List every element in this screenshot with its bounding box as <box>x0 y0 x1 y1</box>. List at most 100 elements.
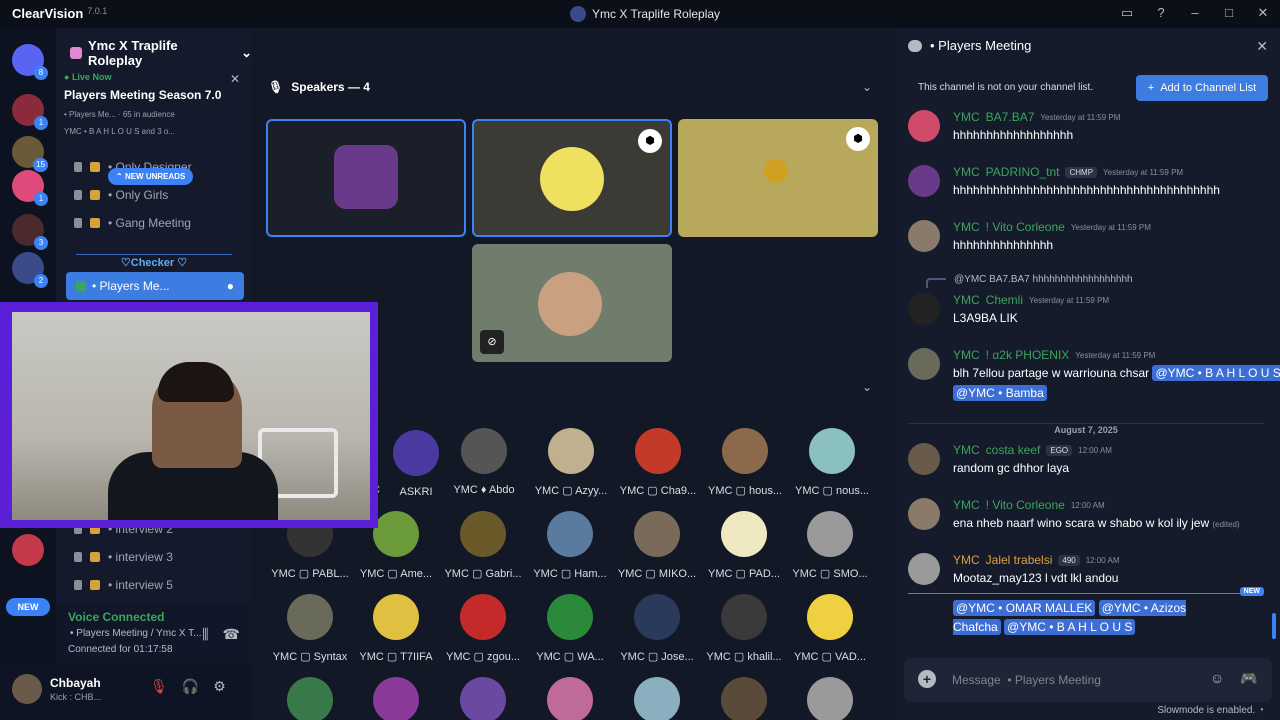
message-author[interactable]: ! α2k PHOENIX <box>986 348 1070 362</box>
audience-member[interactable] <box>617 677 697 720</box>
message-input[interactable] <box>952 670 1192 690</box>
minimize-icon[interactable]: – <box>1186 4 1204 22</box>
server-icon-3[interactable]: 1 <box>12 170 48 206</box>
avatar[interactable] <box>908 293 940 325</box>
avatar[interactable] <box>908 443 940 475</box>
audience-member[interactable] <box>790 677 870 720</box>
audience-member[interactable] <box>530 677 610 720</box>
server-icon-1[interactable]: 1 <box>12 94 48 130</box>
new-unreads-button[interactable]: ⌃ NEW UNREADS <box>108 168 194 185</box>
audience-member[interactable] <box>704 677 784 720</box>
user-mention[interactable]: @YMC • B A H L O U S <box>1152 365 1280 381</box>
audience-member[interactable]: YMC ▢ khalil... <box>704 594 784 663</box>
audience-member[interactable]: YMC ▢ T7IIFA <box>356 594 436 663</box>
message-author[interactable]: Jalel trabelsi <box>986 553 1053 567</box>
new-messages-divider: NEW <box>908 587 1264 596</box>
message-author[interactable]: ! Vito Corleone <box>986 220 1065 234</box>
channel-label: • Players Me... <box>92 279 170 293</box>
gamepad-icon[interactable]: 🎮 <box>1240 670 1257 687</box>
reply-preview[interactable]: @YMC BA7.BA7 hhhhhhhhhhhhhhhhhh <box>954 274 1133 285</box>
audience-member[interactable]: YMC ♦ Abdo <box>444 428 524 496</box>
audience-member[interactable] <box>356 677 436 720</box>
server-icon-4[interactable]: 3 <box>12 214 48 250</box>
voice-connected-label[interactable]: Voice Connected <box>68 610 164 624</box>
maximize-icon[interactable]: □ <box>1220 4 1238 22</box>
speaker-tile-2[interactable]: ⬢ <box>472 119 672 237</box>
audience-member[interactable]: YMC ▢ MIKO... <box>617 511 697 580</box>
close-icon[interactable]: ✕ <box>1254 4 1272 22</box>
avatar[interactable] <box>908 498 940 530</box>
attach-plus-icon[interactable]: + <box>918 670 936 688</box>
help-icon[interactable]: ? <box>1152 4 1170 22</box>
audience-member[interactable]: YMC ▢ Azyy... <box>531 428 611 497</box>
home-button[interactable]: 8 <box>12 44 48 80</box>
audience-member[interactable]: YMC ▢ Ham... <box>530 511 610 580</box>
guild-tag: 490 <box>1058 554 1080 566</box>
user-mention[interactable]: @YMC • OMAR MALLEK <box>953 600 1096 616</box>
new-pill[interactable]: NEW <box>6 598 50 616</box>
speaker-tile-bahlous[interactable] <box>266 119 466 237</box>
server-icon-2[interactable]: 15 <box>12 136 48 172</box>
mic-muted-icon[interactable]: 🎙 <box>150 678 168 695</box>
channel-only-girls[interactable]: • Only Girls <box>74 188 168 202</box>
avatar[interactable] <box>908 553 940 585</box>
chat-scrollbar[interactable] <box>1272 613 1276 639</box>
message-author[interactable]: ! Vito Corleone <box>986 498 1065 512</box>
audience-member[interactable]: YMC ▢ WA... <box>530 594 610 663</box>
channel-interview-5[interactable]: • interview 5 <box>74 578 173 592</box>
clan-tag: YMC <box>953 293 980 307</box>
speaker-tile-4[interactable]: ⊘ <box>472 244 672 362</box>
chevron-down-icon[interactable]: ⌄ <box>862 80 872 94</box>
audience-member[interactable]: YMC ▢ hous... <box>705 428 785 497</box>
headphones-icon[interactable]: 🎧 <box>182 678 199 695</box>
voice-channel-link[interactable]: • Players Meeting / Ymc X T... <box>70 628 202 639</box>
audience-member[interactable]: YMC ▢ nous... <box>792 428 872 497</box>
audience-member[interactable]: YMC ▢ VAD... <box>790 594 870 663</box>
user-mention[interactable]: @YMC • Bamba <box>953 385 1047 401</box>
user-mention[interactable]: @YMC • B A H L O U S <box>1004 619 1136 635</box>
chat-icon[interactable]: ● <box>227 279 234 293</box>
avatar[interactable] <box>908 110 940 142</box>
inbox-icon[interactable]: ▭ <box>1118 4 1136 22</box>
message[interactable]: YMC ! α2k PHOENIX Yesterday at 11:59 PM bl… <box>908 348 1280 401</box>
channel-gang-meeting[interactable]: • Gang Meeting <box>74 216 191 230</box>
category-checker[interactable]: ♡Checker ♡ <box>76 254 232 269</box>
message-continuation[interactable]: @YMC • OMAR MALLEK @YMC • Azizos Chafcha… <box>953 599 1213 637</box>
server-header[interactable]: Ymc X Traplife Roleplay ⌄ <box>70 38 252 68</box>
close-icon[interactable]: ✕ <box>1256 38 1268 55</box>
speaker-tile-3[interactable]: ⬢ <box>678 119 878 237</box>
audience-member[interactable]: YMC ▢ Jose... <box>617 594 697 663</box>
audience-member[interactable]: YMC ▢ Cha9... <box>618 428 698 497</box>
message-text: Mootaz_may123 l vdt lkl andou <box>953 571 1119 585</box>
server-icon-5[interactable]: 2 <box>12 252 48 288</box>
avatar[interactable] <box>908 220 940 252</box>
message-author[interactable]: PADRINO_tnt <box>986 165 1060 179</box>
avatar <box>635 428 681 474</box>
lock-icon <box>74 580 82 590</box>
speakers-header[interactable]: 🎙 Speakers — 4 <box>268 80 370 94</box>
audience-member[interactable]: YMC ▢ Gabri... <box>443 511 523 580</box>
live-stage-card[interactable]: ● Live Now ✕ Players Meeting Season 7.0 … <box>64 72 244 152</box>
close-icon[interactable]: ✕ <box>230 72 240 86</box>
audience-member[interactable]: YMC ▢ SMO... <box>790 511 870 580</box>
audience-member[interactable] <box>270 677 350 720</box>
message-author[interactable]: costa keef <box>986 443 1041 457</box>
avatar[interactable] <box>908 348 940 380</box>
gear-icon[interactable]: ⚙ <box>213 678 226 695</box>
audience-member[interactable] <box>443 677 523 720</box>
server-icon-6[interactable] <box>12 534 44 566</box>
message-author[interactable]: BA7.BA7 <box>986 110 1035 124</box>
add-to-channel-list-button[interactable]: + Add to Channel List <box>1136 75 1268 101</box>
emoji-icon[interactable]: ☺ <box>1210 670 1224 686</box>
audience-member[interactable]: YMC ▢ Syntax <box>270 594 350 663</box>
soundboard-icon[interactable]: ⫼ <box>202 626 208 643</box>
audience-member[interactable]: YMC ▢ PAD... <box>704 511 784 580</box>
chevron-down-icon[interactable]: ⌄ <box>862 380 872 394</box>
channel-interview-3[interactable]: • interview 3 <box>74 550 173 564</box>
avatar[interactable] <box>908 165 940 197</box>
channel-players-meeting[interactable]: • Players Me... ● <box>66 272 244 300</box>
disconnect-icon[interactable]: ☎ <box>223 626 240 643</box>
message-author[interactable]: Chemli <box>986 293 1023 307</box>
audience-member[interactable]: YMC ▢ zgou... <box>443 594 523 663</box>
avatar[interactable] <box>12 674 42 704</box>
